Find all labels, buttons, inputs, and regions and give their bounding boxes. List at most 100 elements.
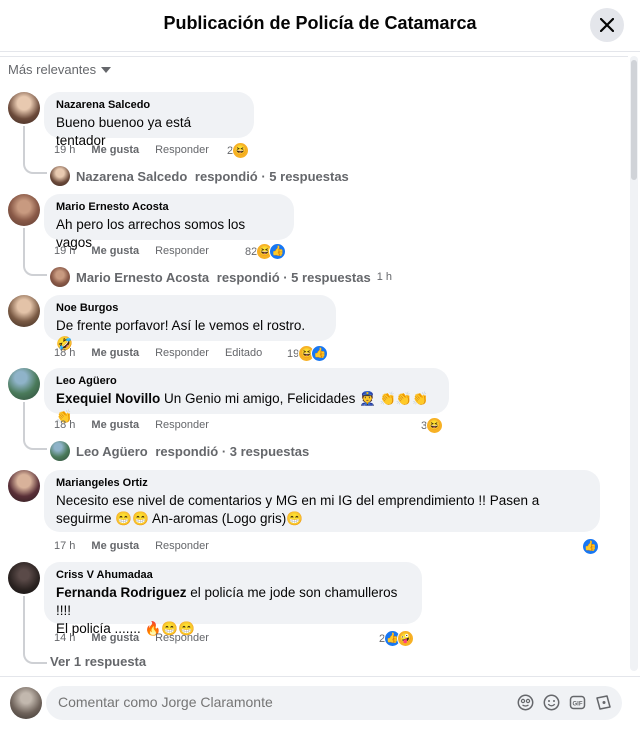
comment-time[interactable]: 17 h bbox=[54, 540, 75, 552]
divider bbox=[0, 56, 628, 57]
close-button[interactable] bbox=[590, 8, 624, 42]
replies-text: respondió · 5 respuestas bbox=[194, 168, 349, 184]
replies-link[interactable]: Nazarena Salcedo respondió · 5 respuesta… bbox=[50, 166, 349, 186]
avatar[interactable] bbox=[8, 470, 40, 502]
comment-actions: 14 h Me gusta Responder bbox=[54, 632, 225, 644]
thread-line bbox=[23, 252, 47, 276]
like-link[interactable]: Me gusta bbox=[91, 419, 139, 431]
mention-link[interactable]: Fernanda Rodriguez bbox=[56, 585, 187, 600]
reaction-summary[interactable]: 2 👍 🤪 bbox=[379, 630, 415, 647]
close-icon bbox=[600, 18, 614, 32]
replier-name: Nazarena Salcedo bbox=[76, 168, 188, 184]
replies-text: respondió · 3 respuestas bbox=[155, 443, 310, 459]
reply-link[interactable]: Responder bbox=[155, 144, 209, 156]
thread-line bbox=[23, 624, 47, 664]
comment-author[interactable]: Noe Burgos bbox=[56, 302, 324, 314]
avatar bbox=[50, 267, 70, 287]
comment-author[interactable]: Nazarena Salcedo bbox=[56, 99, 242, 111]
thread-line bbox=[23, 126, 25, 152]
replies-text: respondió · 5 respuestas bbox=[216, 269, 371, 285]
comment-bubble: Leo Agüero Exequiel Novillo Un Genio mi … bbox=[44, 368, 449, 424]
edited-label: Editado bbox=[224, 347, 263, 359]
scrollbar-thumb[interactable] bbox=[631, 60, 637, 180]
grinning-emoji: 😁 bbox=[286, 511, 304, 526]
like-reaction-icon: 👍 bbox=[582, 538, 599, 555]
thread-line bbox=[23, 228, 25, 254]
comment-text: Necesito ese nivel de comentarios y MG e… bbox=[56, 493, 540, 508]
care-reaction-icon: 🤪 bbox=[397, 630, 415, 647]
reaction-summary[interactable]: 19 😆 👍 bbox=[287, 345, 329, 362]
reaction-summary[interactable]: 2 😆 bbox=[227, 142, 250, 159]
thread-line bbox=[23, 426, 47, 450]
reply-link[interactable]: Responder bbox=[155, 419, 209, 431]
view-replies-link[interactable]: Ver 1 respuesta bbox=[50, 654, 146, 669]
camera-icon[interactable] bbox=[595, 694, 612, 711]
comment-actions: 18 h Me gusta Responder Editado bbox=[54, 347, 278, 359]
mention-link[interactable]: Exequiel Novillo bbox=[56, 391, 160, 406]
haha-reaction-icon: 😆 bbox=[232, 142, 250, 159]
comment-actions: 17 h Me gusta Responder bbox=[54, 540, 225, 552]
avatar bbox=[50, 441, 70, 461]
comment-input[interactable] bbox=[58, 694, 498, 710]
dialog-header: Publicación de Policía de Catamarca bbox=[0, 0, 640, 52]
like-link[interactable]: Me gusta bbox=[91, 540, 139, 552]
replier-name: Mario Ernesto Acosta bbox=[76, 269, 210, 285]
like-reaction-icon: 👍 bbox=[269, 243, 287, 260]
comment-time[interactable]: 19 h bbox=[54, 245, 75, 257]
emoji-icon[interactable] bbox=[543, 694, 560, 711]
comment-time[interactable]: 14 h bbox=[54, 632, 75, 644]
avatar[interactable] bbox=[8, 92, 40, 124]
avatar[interactable] bbox=[8, 368, 40, 400]
comment-author[interactable]: Leo Agüero bbox=[56, 375, 437, 387]
avatar[interactable] bbox=[8, 562, 40, 594]
like-link[interactable]: Me gusta bbox=[91, 632, 139, 644]
thread-line bbox=[23, 150, 47, 174]
reaction-summary[interactable]: 82 😆 👍 bbox=[245, 243, 287, 260]
dialog-title: Publicación de Policía de Catamarca bbox=[163, 13, 477, 33]
like-link[interactable]: Me gusta bbox=[91, 245, 139, 257]
comment-time[interactable]: 18 h bbox=[54, 419, 75, 431]
comment-input-box[interactable]: GIF bbox=[46, 686, 622, 720]
avatar bbox=[50, 166, 70, 186]
comment-text: Fernanda Rodriguez el policía me jode so… bbox=[56, 585, 398, 618]
reaction-summary[interactable]: 👍 bbox=[582, 538, 599, 555]
reply-link[interactable]: Responder bbox=[155, 540, 209, 552]
current-user-avatar[interactable] bbox=[10, 687, 42, 719]
view-replies-text: Ver 1 respuesta bbox=[50, 654, 147, 669]
comment-bubble: Noe Burgos De frente porfavor! Así le ve… bbox=[44, 295, 336, 351]
replies-link[interactable]: Leo Agüero respondió · 3 respuestas bbox=[50, 441, 309, 461]
comment-composer: GIF bbox=[0, 676, 640, 735]
comment-author[interactable]: Criss V Ahumadaa bbox=[56, 569, 410, 581]
comment-time[interactable]: 18 h bbox=[54, 347, 75, 359]
avatar[interactable] bbox=[8, 295, 40, 327]
haha-reaction-icon: 😆 bbox=[426, 417, 444, 434]
comment-actions: 18 h Me gusta Responder bbox=[54, 419, 225, 431]
comment-bubble: Mario Ernesto Acosta Ah pero los arrecho… bbox=[44, 194, 294, 250]
reply-link[interactable]: Responder bbox=[155, 632, 209, 644]
gif-icon[interactable]: GIF bbox=[569, 694, 586, 711]
caret-down-icon bbox=[101, 66, 112, 73]
reply-link[interactable]: Responder bbox=[155, 347, 209, 359]
comment-bubble: Criss V Ahumadaa Fernanda Rodriguez el p… bbox=[44, 562, 422, 636]
comment-author[interactable]: Mariangeles Ortiz bbox=[56, 477, 588, 489]
comment-bubble: Nazarena Salcedo Bueno buenoo ya está te… bbox=[44, 92, 254, 148]
avatar[interactable] bbox=[8, 194, 40, 226]
reaction-summary[interactable]: 3 😆 bbox=[421, 417, 444, 434]
sort-dropdown[interactable]: Más relevantes bbox=[8, 62, 112, 77]
comment-actions: 19 h Me gusta Responder bbox=[54, 245, 225, 257]
comment-actions: 19 h Me gusta Responder bbox=[54, 144, 225, 156]
like-link[interactable]: Me gusta bbox=[91, 347, 139, 359]
reply-link[interactable]: Responder bbox=[155, 245, 209, 257]
police-officer-emoji: 👮 bbox=[359, 391, 376, 406]
thread-line bbox=[23, 402, 25, 428]
thread-line bbox=[23, 596, 25, 626]
sort-label: Más relevantes bbox=[8, 62, 97, 77]
scrollbar[interactable] bbox=[630, 56, 638, 671]
like-link[interactable]: Me gusta bbox=[91, 144, 139, 156]
comment-time[interactable]: 19 h bbox=[54, 144, 75, 156]
sticker-icon[interactable] bbox=[517, 694, 534, 711]
comment-author[interactable]: Mario Ernesto Acosta bbox=[56, 201, 282, 213]
comment-text-continued: seguirme 😁😁 An-aromas (Logo gris)😁 bbox=[56, 511, 304, 526]
comment-bubble: Mariangeles Ortiz Necesito ese nivel de … bbox=[44, 470, 600, 532]
replies-link[interactable]: Mario Ernesto Acosta respondió · 5 respu… bbox=[50, 267, 392, 287]
